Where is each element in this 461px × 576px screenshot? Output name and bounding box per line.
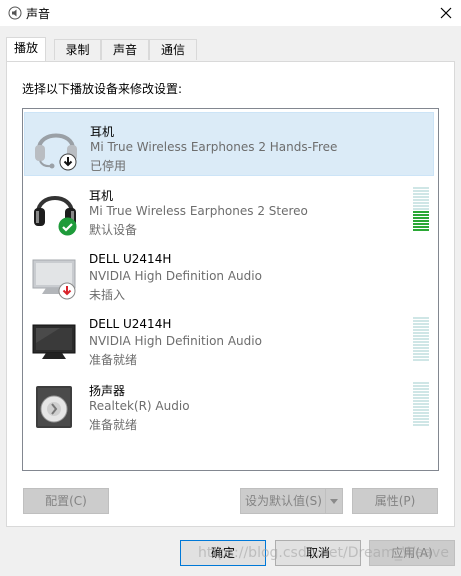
down-arrow-badge-icon — [59, 153, 77, 171]
meter-segment — [413, 397, 429, 399]
device-item-headset-stereo[interactable]: 耳机 Mi True Wireless Earphones 2 Stereo 默… — [24, 177, 434, 241]
device-name: 耳机 — [89, 189, 114, 203]
meter-segment — [413, 211, 429, 213]
device-item-headset-handsfree[interactable]: 耳机 Mi True Wireless Earphones 2 Hands-Fr… — [24, 112, 434, 176]
meter-segment — [413, 338, 429, 340]
device-item-speaker[interactable]: 扬声器 Realtek(R) Audio 准备就绪 — [24, 372, 434, 436]
tab-playback[interactable]: 播放 — [6, 37, 46, 61]
device-name: 耳机 — [90, 125, 115, 139]
chevron-down-icon — [330, 498, 338, 504]
meter-segment — [413, 421, 429, 423]
meter-segment — [413, 347, 429, 349]
meter-segment — [413, 187, 429, 189]
device-description: Realtek(R) Audio — [89, 399, 190, 413]
window-title: 声音 — [26, 7, 51, 21]
meter-segment — [413, 193, 429, 195]
meter-segment — [413, 403, 429, 405]
device-list[interactable]: 耳机 Mi True Wireless Earphones 2 Hands-Fr… — [22, 108, 439, 471]
monitor-icon — [32, 324, 76, 359]
meter-segment — [413, 359, 429, 361]
meter-segment — [413, 335, 429, 337]
meter-segment — [413, 329, 429, 331]
meter-segment — [413, 344, 429, 346]
meter-segment — [413, 353, 429, 355]
meter-segment — [413, 332, 429, 334]
meter-segment — [413, 388, 429, 390]
apply-button[interactable]: 应用(A) — [369, 540, 455, 566]
configure-button[interactable]: 配置(C) — [23, 488, 109, 514]
meter-segment — [413, 208, 429, 210]
title-bar: 声音 — [0, 0, 461, 26]
meter-segment — [413, 196, 429, 198]
meter-segment — [413, 320, 429, 322]
meter-segment — [413, 214, 429, 216]
set-default-button[interactable]: 设为默认值(S) — [240, 488, 343, 514]
meter-segment — [413, 385, 429, 387]
device-item-monitor-ready[interactable]: DELL U2414H NVIDIA High Definition Audio… — [24, 307, 434, 371]
tab-communications[interactable]: 通信 — [149, 39, 197, 60]
meter-segment — [413, 350, 429, 352]
cancel-button[interactable]: 取消 — [275, 540, 361, 566]
device-description: NVIDIA High Definition Audio — [89, 334, 262, 348]
device-status: 未插入 — [89, 288, 126, 302]
meter-segment — [413, 326, 429, 328]
meter-segment — [413, 418, 429, 420]
set-default-dropdown[interactable] — [325, 489, 342, 513]
device-item-monitor-unplugged[interactable]: DELL U2414H NVIDIA High Definition Audio… — [24, 242, 434, 306]
close-button[interactable] — [432, 0, 460, 26]
device-status: 默认设备 — [89, 223, 138, 237]
volume-meter — [413, 187, 429, 231]
instruction-text: 选择以下播放设备来修改设置: — [22, 82, 183, 96]
speaker-icon — [36, 386, 72, 428]
meter-segment — [413, 205, 429, 207]
meter-segment — [413, 199, 429, 201]
device-status: 准备就绪 — [89, 418, 138, 432]
meter-segment — [413, 190, 429, 192]
meter-segment — [413, 226, 429, 228]
meter-segment — [413, 406, 429, 408]
properties-button[interactable]: 属性(P) — [352, 488, 438, 514]
meter-segment — [413, 223, 429, 225]
checkmark-badge-icon — [58, 217, 77, 236]
meter-segment — [413, 412, 429, 414]
volume-meter — [413, 382, 429, 426]
device-name: DELL U2414H — [89, 317, 172, 331]
set-default-label: 设为默认值(S) — [245, 494, 322, 508]
tab-recording[interactable]: 录制 — [54, 39, 101, 60]
tab-sounds[interactable]: 声音 — [101, 39, 149, 60]
meter-segment — [413, 356, 429, 358]
meter-segment — [413, 341, 429, 343]
speaker-app-icon — [8, 6, 22, 20]
meter-segment — [413, 400, 429, 402]
device-status: 准备就绪 — [89, 353, 138, 367]
device-description: Mi True Wireless Earphones 2 Stereo — [89, 204, 308, 218]
meter-segment — [413, 415, 429, 417]
meter-segment — [413, 229, 429, 231]
device-name: DELL U2414H — [89, 252, 172, 266]
meter-segment — [413, 317, 429, 319]
meter-segment — [413, 391, 429, 393]
meter-segment — [413, 217, 429, 219]
meter-segment — [413, 394, 429, 396]
device-status: 已停用 — [90, 159, 127, 173]
meter-segment — [413, 409, 429, 411]
device-description: NVIDIA High Definition Audio — [89, 269, 262, 283]
meter-segment — [413, 202, 429, 204]
red-down-arrow-badge-icon — [58, 282, 76, 300]
device-name: 扬声器 — [89, 384, 126, 398]
meter-segment — [413, 382, 429, 384]
ok-button[interactable]: 确定 — [180, 540, 266, 566]
device-description: Mi True Wireless Earphones 2 Hands-Free — [90, 140, 338, 154]
volume-meter — [413, 317, 429, 361]
meter-segment — [413, 323, 429, 325]
close-icon — [440, 7, 452, 19]
meter-segment — [413, 220, 429, 222]
meter-segment — [413, 424, 429, 426]
